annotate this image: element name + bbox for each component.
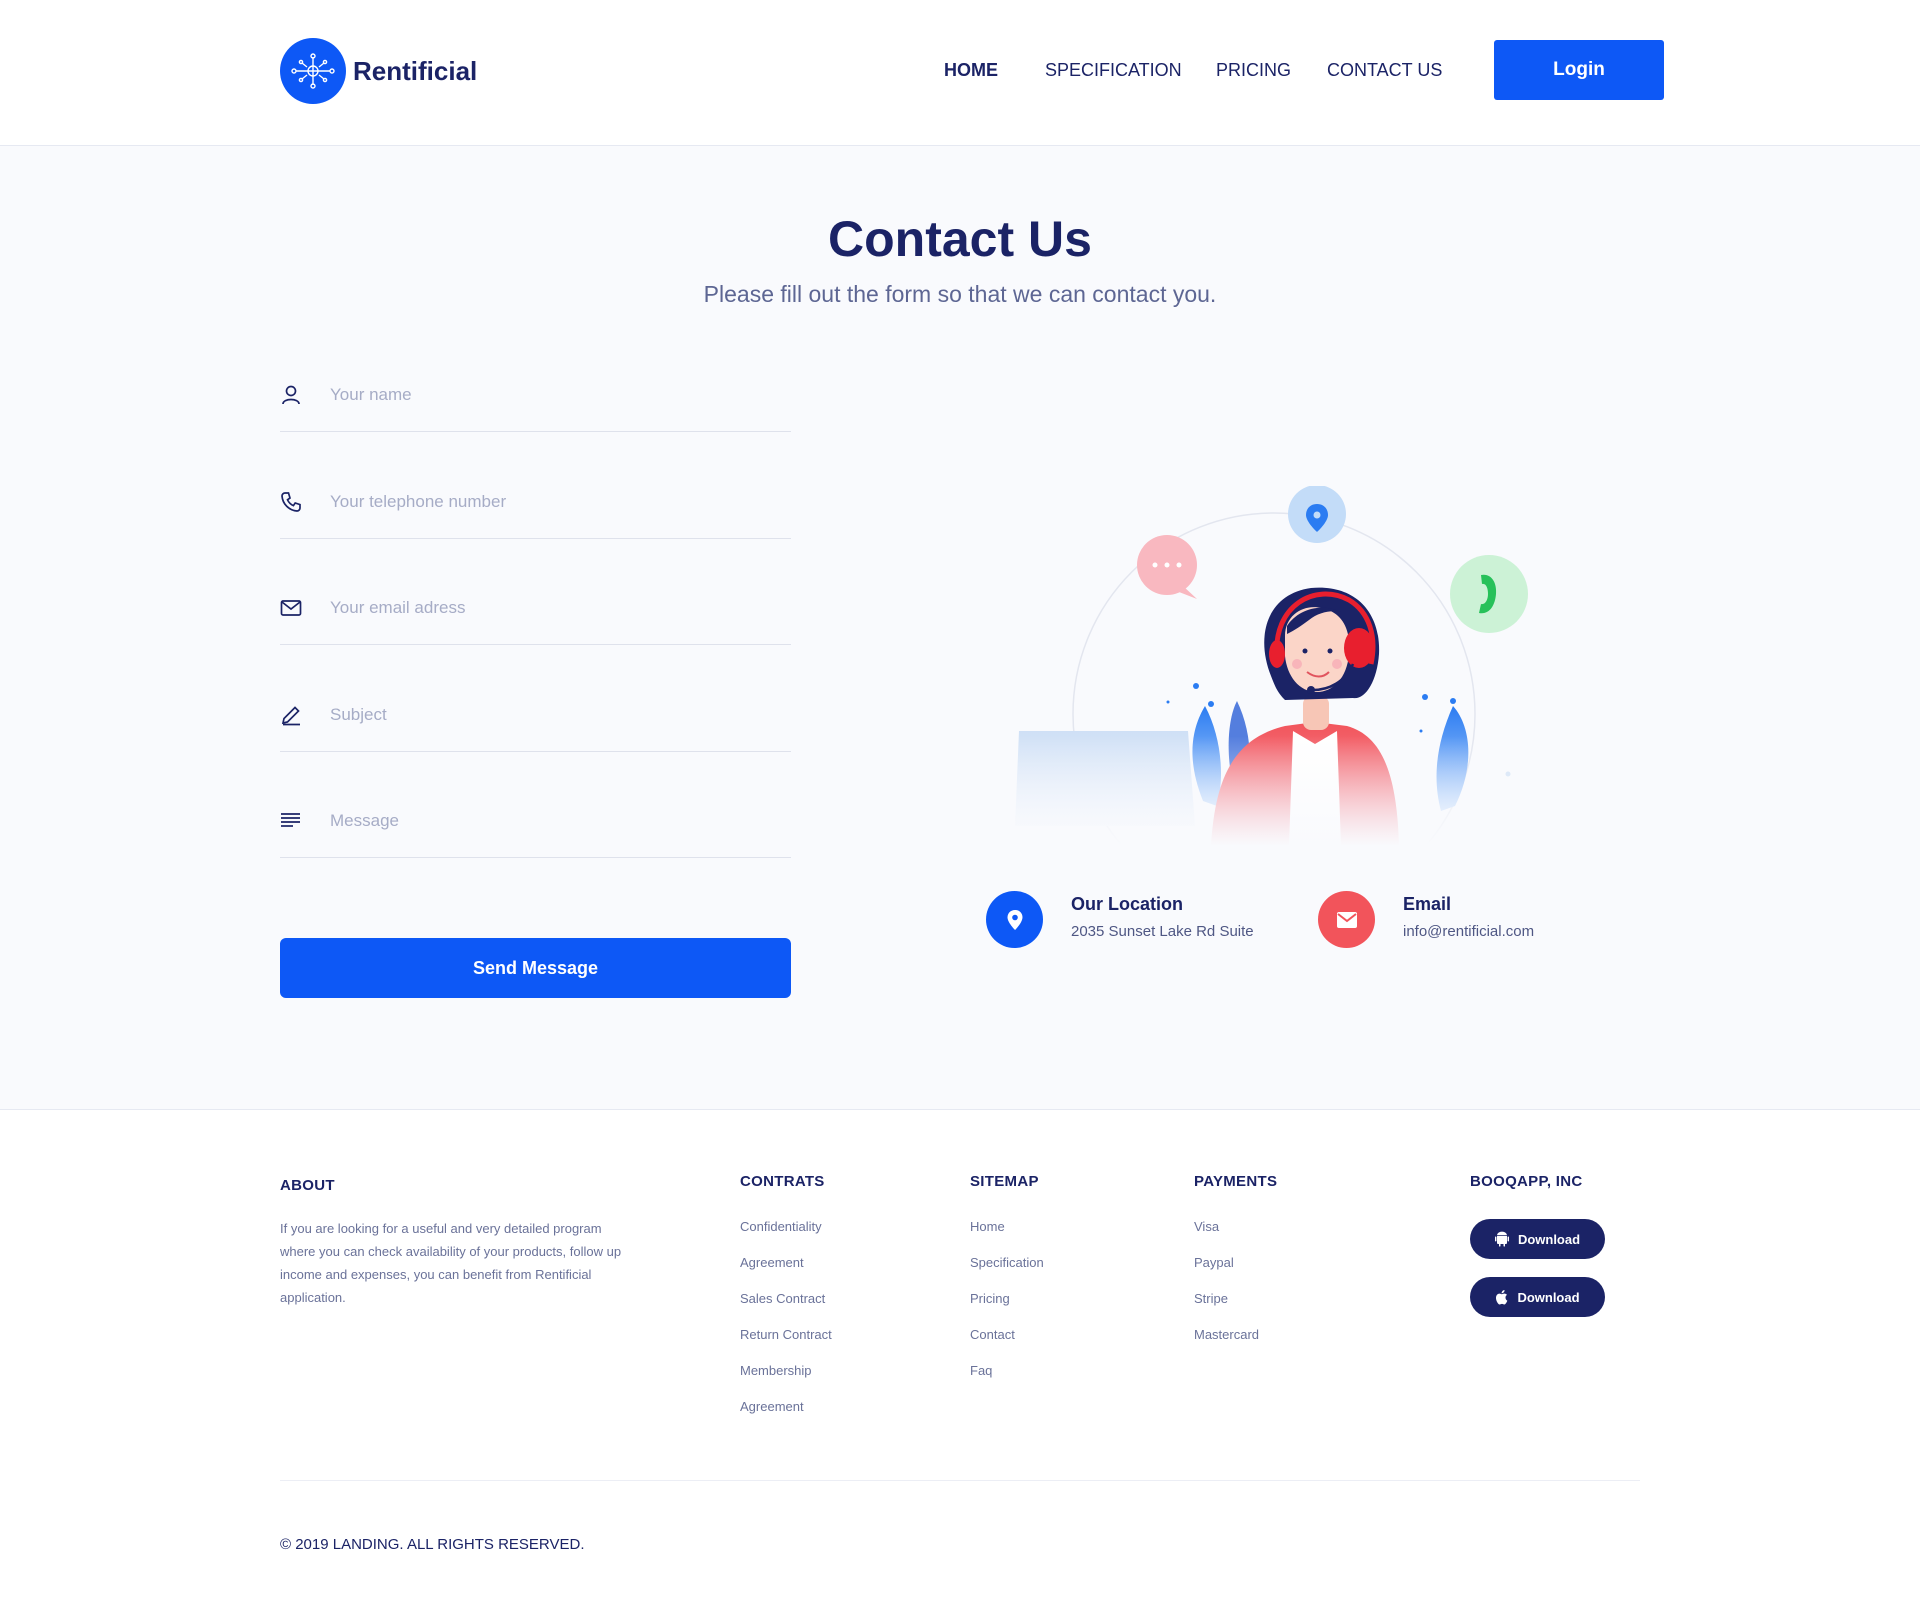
email-info: Email info@rentificial.com (1318, 891, 1534, 948)
android-download-label: Download (1517, 1231, 1581, 1247)
login-button[interactable]: Login (1494, 40, 1664, 100)
send-message-button[interactable]: Send Message (280, 938, 791, 998)
page-subtitle: Please fill out the form so that we can … (703, 281, 1217, 307)
telephone-field (280, 479, 791, 539)
phone-icon (281, 492, 301, 512)
subject-input[interactable] (330, 698, 780, 732)
footer-link-visa[interactable]: Visa (1194, 1219, 1219, 1234)
footer-divider (280, 1480, 1640, 1481)
footer-link-pricing[interactable]: Pricing (970, 1291, 1010, 1306)
nav-contact-us[interactable]: CONTACT US (1327, 60, 1442, 81)
android-download-button[interactable]: Download (1470, 1219, 1605, 1259)
nav-pricing[interactable]: PRICING (1216, 60, 1291, 81)
nav-specification[interactable]: SPECIFICATION (1045, 60, 1182, 81)
text-lines-icon (281, 813, 300, 827)
mail-icon (1318, 891, 1375, 948)
message-field (280, 798, 791, 858)
about-heading: ABOUT (280, 1177, 335, 1194)
site-header: Rentificial HOME SPECIFICATION PRICING C… (0, 0, 1920, 146)
telephone-input[interactable] (330, 485, 780, 519)
name-input[interactable] (330, 378, 780, 412)
location-title: Our Location (1071, 894, 1183, 914)
company-heading: BOOQAPP, INC (1470, 1173, 1583, 1190)
footer-link-stripe[interactable]: Stripe (1194, 1291, 1228, 1306)
android-icon (1494, 1231, 1509, 1247)
footer-link-agreement-2[interactable]: Agreement (740, 1399, 804, 1414)
subject-field (280, 692, 791, 752)
footer-link-return-contract[interactable]: Return Contract (740, 1327, 832, 1342)
apple-download-label: Download (1517, 1289, 1580, 1305)
nav-home[interactable]: HOME (944, 60, 998, 81)
footer-link-specification[interactable]: Specification (970, 1255, 1044, 1270)
footer-link-faq[interactable]: Faq (970, 1363, 992, 1378)
sitemap-heading: SITEMAP (970, 1173, 1039, 1190)
page-title: Contact Us (828, 211, 1092, 267)
map-pin-icon (986, 891, 1043, 948)
footer-link-confidentiality[interactable]: Confidentiality (740, 1219, 822, 1234)
location-address: 2035 Sunset Lake Rd Suite (1071, 923, 1254, 940)
footer-link-paypal[interactable]: Paypal (1194, 1255, 1234, 1270)
name-field (280, 372, 791, 432)
footer-link-sales-contract[interactable]: Sales Contract (740, 1291, 825, 1306)
apple-download-button[interactable]: Download (1470, 1277, 1605, 1317)
email-input[interactable] (330, 591, 780, 625)
footer-link-membership[interactable]: Membership (740, 1363, 812, 1378)
user-icon (282, 385, 300, 405)
email-title: Email (1403, 894, 1452, 914)
footer-link-mastercard[interactable]: Mastercard (1194, 1327, 1259, 1342)
payments-heading: PAYMENTS (1194, 1173, 1278, 1190)
contrats-heading: CONTRATS (740, 1173, 825, 1190)
message-input[interactable] (330, 804, 780, 838)
location-info: Our Location 2035 Sunset Lake Rd Suite (986, 891, 1254, 948)
envelope-icon (280, 600, 302, 616)
about-text: If you are looking for a useful and very… (280, 1221, 622, 1305)
apple-icon (1496, 1290, 1508, 1305)
footer-link-home[interactable]: Home (970, 1219, 1005, 1234)
footer-link-contact[interactable]: Contact (970, 1327, 1015, 1342)
footer-link-agreement[interactable]: Agreement (740, 1255, 804, 1270)
pen-icon (281, 706, 300, 726)
email-field (280, 585, 791, 645)
support-agent-illustration (985, 486, 1575, 846)
contact-section: Contact Us Please fill out the form so t… (0, 146, 1920, 1110)
email-address[interactable]: info@rentificial.com (1403, 923, 1534, 940)
copyright-text: © 2019 LANDING. ALL RIGHTS RESERVED. (280, 1536, 585, 1553)
